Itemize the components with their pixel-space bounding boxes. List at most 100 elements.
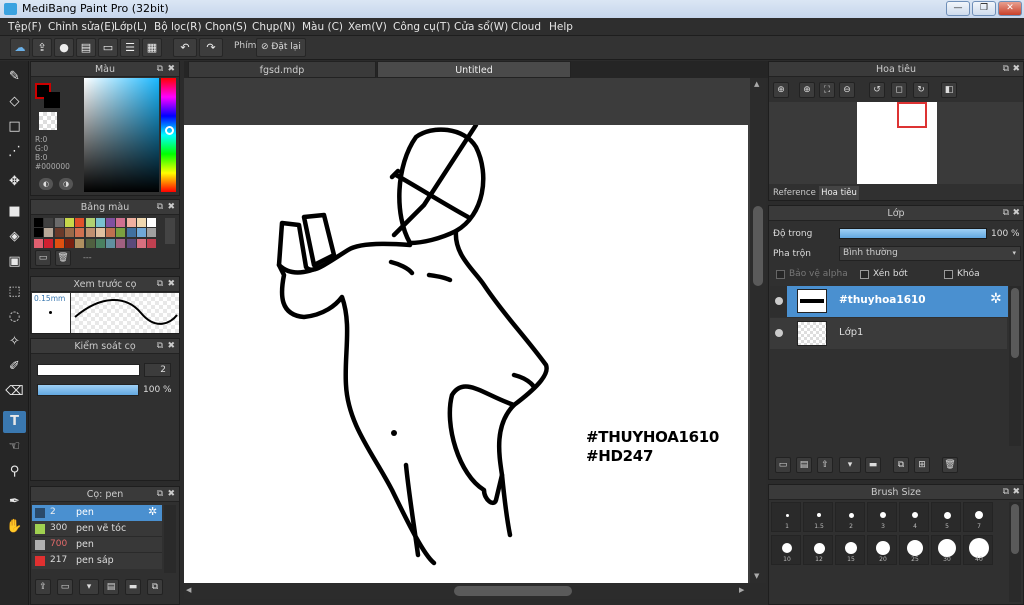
select-pen-icon[interactable]: ✐ [3,356,26,378]
scroll-down-icon[interactable]: ▼ [754,572,759,580]
bucket-icon[interactable]: ◈ [3,226,26,248]
brush-size-cell[interactable]: 1 [771,502,801,532]
close-icon[interactable]: ✖ [1012,62,1020,77]
tab-untitled[interactable]: Untitled [377,61,571,78]
hue-slider[interactable] [161,78,176,192]
vertical-scroll-thumb[interactable] [753,206,763,286]
actual-size-icon[interactable]: ◻ [891,82,907,98]
brush-menu-icon[interactable]: ▾ [79,579,99,595]
reset-button[interactable]: ⊘ Đặt lại [256,38,306,57]
eye-icon[interactable] [775,297,783,305]
palette-swatch[interactable] [44,218,54,227]
scroll-left-icon[interactable]: ◀ [186,586,191,594]
palette-swatch[interactable] [85,228,95,238]
menu-help[interactable]: Help [549,18,573,36]
maximize-button[interactable]: ❐ [972,1,996,16]
undock-icon[interactable]: ⧉ [157,487,163,502]
menu-color[interactable]: Màu (C) [302,18,343,36]
palette-swatch[interactable] [106,238,116,248]
menu-layer[interactable]: Lớp(L) [114,18,147,36]
palette-swatch[interactable] [147,218,157,227]
eyedropper-icon[interactable]: ⚲ [3,461,26,483]
layer-scroll-thumb[interactable] [1011,288,1019,358]
palette-swatch[interactable] [137,228,146,238]
close-icon[interactable]: ✖ [167,200,175,215]
rotate-left-icon[interactable]: ↺ [869,82,885,98]
palette-swatch[interactable] [95,238,105,248]
brush-size-scrollbar[interactable] [1009,502,1021,602]
palette-swatch[interactable] [34,238,43,248]
menu-view[interactable]: Xem(V) [348,18,387,36]
scroll-up-icon[interactable]: ▲ [754,80,759,88]
tab-navigator[interactable]: Hoa tiêu [819,186,859,200]
palette-swatch[interactable] [95,228,105,238]
palette-swatch[interactable] [54,218,64,227]
protect-alpha-checkbox[interactable] [776,270,785,279]
close-icon[interactable]: ✖ [167,339,175,354]
undock-icon[interactable]: ⧉ [1003,485,1009,500]
close-icon[interactable]: ✖ [167,277,175,292]
palette-swatch[interactable] [126,218,136,227]
pan-icon[interactable]: ✋ [3,516,26,538]
brush-size-slider[interactable] [37,364,140,376]
menu-filter[interactable]: Bộ lọc(R) [154,18,202,36]
close-icon[interactable]: ✖ [1012,485,1020,500]
page-icon[interactable]: ▭ [98,38,118,57]
fill-rect-icon[interactable]: ■ [3,201,26,223]
palette-scrollbar[interactable] [165,218,175,244]
vertical-scrollbar[interactable]: ▲ ▼ [750,78,766,583]
undock-icon[interactable]: ⧉ [1003,206,1009,221]
add-brush-icon[interactable]: ⇪ [35,579,51,595]
folder-icon[interactable]: ▬ [865,457,881,473]
blend-mode-select[interactable]: Bình thường ▾ [839,246,1021,261]
palette-swatch[interactable] [75,238,85,248]
brush-item-pen[interactable]: 2 pen ✲ [32,505,162,521]
merge-layer-icon[interactable]: ⊞ [914,457,930,473]
brush-copy-icon[interactable]: ▤ [103,579,119,595]
background-color[interactable] [44,92,60,108]
brush-item-pen-wax[interactable]: 217 pen sáp [32,553,162,569]
close-button[interactable]: ✕ [998,1,1022,16]
brush-size-cell[interactable]: 4 [899,502,929,532]
zoom-in-icon[interactable]: ⊕ [773,82,789,98]
menu-cloud[interactable]: Cloud [511,18,541,36]
dot-icon[interactable]: ⋰ [3,141,26,163]
brush-size-cell[interactable]: 10 [771,535,801,565]
layer-menu-icon[interactable]: ▾ [839,457,861,473]
select-rect-icon[interactable]: ⬚ [3,281,26,303]
minimize-button[interactable]: — [946,1,970,16]
palette-swatch[interactable] [75,228,85,238]
palette-swatch[interactable] [54,238,64,248]
new-layer-icon[interactable]: ▭ [775,457,791,473]
brush-size-cell[interactable]: 3 [867,502,897,532]
brush-size-cell[interactable]: 2 [835,502,865,532]
palette-swatch[interactable] [44,238,54,248]
hue-handle[interactable] [165,126,174,135]
close-icon[interactable]: ✖ [1012,206,1020,221]
duplicate-layer-icon[interactable]: ⧉ [893,457,909,473]
zoom-in-icon[interactable]: ⊕ [799,82,815,98]
gear-icon[interactable]: ✲ [990,291,1002,307]
grid-icon[interactable]: ▦ [142,38,162,57]
brush-size-cell[interactable]: 40 [963,535,993,565]
comment-icon[interactable]: ▤ [76,38,96,57]
text-icon[interactable]: T [3,411,26,433]
palette-swatch[interactable] [54,228,64,238]
eraser-icon[interactable]: ◇ [3,91,26,113]
brush-size-cell[interactable]: 15 [835,535,865,565]
brush-opacity-slider[interactable] [37,384,139,396]
new-brush-icon[interactable]: ▭ [57,579,73,595]
menu-edit[interactable]: Chỉnh sửa(E) [48,18,115,36]
select-eraser-icon[interactable]: ⌫ [3,381,26,403]
palette-swatch[interactable] [126,228,136,238]
new-palette-icon[interactable]: ▭ [35,250,51,266]
layer-opacity-slider[interactable] [839,228,987,239]
palette-swatch[interactable] [137,238,146,248]
delete-layer-icon[interactable]: 🗑 [942,457,958,473]
palette-swatch[interactable] [147,238,157,248]
palette-swatch[interactable] [116,238,126,248]
undock-icon[interactable]: ⧉ [157,339,163,354]
close-icon[interactable]: ✖ [167,487,175,502]
pen-icon[interactable]: ✒ [3,491,26,513]
layer-scrollbar[interactable] [1009,286,1021,446]
